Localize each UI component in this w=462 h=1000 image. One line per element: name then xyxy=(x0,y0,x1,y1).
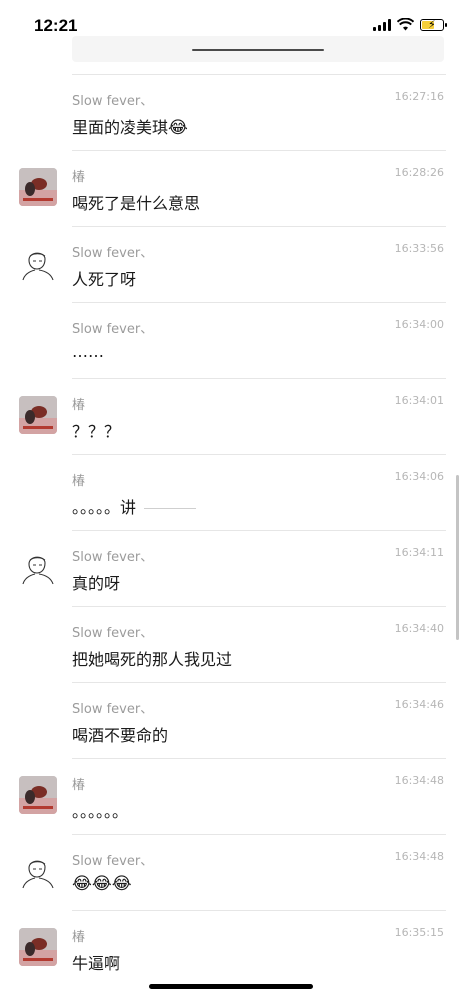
divider xyxy=(72,454,446,455)
message-content[interactable]: 里面的凌美琪😂 xyxy=(72,114,188,138)
message-time: 16:34:48 xyxy=(394,774,444,787)
message-time: 16:34:06 xyxy=(394,470,444,483)
sender-name[interactable]: Slow fever、 xyxy=(72,90,153,109)
message-time: 16:27:16 xyxy=(394,90,444,103)
laughing-emoji-icon: 😂 xyxy=(168,118,188,138)
chat-message[interactable]: 椿 16:28:26 喝死了是什么意思 xyxy=(0,150,462,226)
sender-name[interactable]: 椿 xyxy=(72,470,85,489)
message-time: 16:34:40 xyxy=(394,622,444,635)
divider xyxy=(72,378,446,379)
divider xyxy=(72,150,446,151)
message-text: 里面的凌美琪 xyxy=(72,118,169,137)
message-time: 16:35:15 xyxy=(394,926,444,939)
message-text: …… xyxy=(72,342,104,361)
chat-message[interactable]: Slow fever、 16:34:40 把她喝死的那人我见过 xyxy=(0,606,462,682)
divider xyxy=(72,758,446,759)
signal-icon xyxy=(373,18,391,31)
previous-message-card xyxy=(72,36,444,62)
sender-name[interactable]: Slow fever、 xyxy=(72,850,153,869)
message-text: 喝死了是什么意思 xyxy=(72,194,201,213)
sender-name[interactable]: 椿 xyxy=(72,394,85,413)
avatar[interactable] xyxy=(19,776,57,814)
message-text: 。。。。。讲 xyxy=(72,498,137,517)
message-content[interactable]: ？？？ xyxy=(72,418,120,442)
sender-name[interactable]: Slow fever、 xyxy=(72,242,153,261)
home-indicator[interactable] xyxy=(149,984,313,989)
sender-name[interactable]: 椿 xyxy=(72,774,85,793)
divider xyxy=(72,302,446,303)
divider xyxy=(72,74,446,75)
divider xyxy=(72,606,446,607)
avatar[interactable] xyxy=(19,852,57,890)
chat-message[interactable]: 椿 16:34:01 ？？？ xyxy=(0,378,462,454)
card-handle xyxy=(192,49,324,51)
laughing-emoji-icon: 😂😂😂 xyxy=(72,874,132,894)
message-content[interactable]: 。。。。。讲 xyxy=(72,494,197,518)
scrollbar[interactable] xyxy=(456,475,459,640)
message-text: 。。。。。。 xyxy=(72,802,129,821)
avatar[interactable] xyxy=(19,244,57,282)
divider xyxy=(72,910,446,911)
message-time: 16:34:48 xyxy=(394,850,444,863)
message-time: 16:34:46 xyxy=(394,698,444,711)
message-content[interactable]: …… xyxy=(72,342,104,361)
message-content[interactable]: 😂😂😂 xyxy=(72,874,132,894)
message-content[interactable]: 喝酒不要命的 xyxy=(72,722,168,746)
message-time: 16:34:01 xyxy=(394,394,444,407)
status-time: 12:21 xyxy=(34,16,78,35)
message-time: 16:33:56 xyxy=(394,242,444,255)
avatar[interactable] xyxy=(19,168,57,206)
chat-message[interactable]: 椿 16:35:15 牛逼啊 xyxy=(0,910,462,986)
chat-message[interactable]: Slow fever、 16:34:46 喝酒不要命的 xyxy=(0,682,462,758)
message-content[interactable]: 人死了呀 xyxy=(72,266,136,290)
sender-name[interactable]: 椿 xyxy=(72,166,85,185)
sender-name[interactable]: Slow fever、 xyxy=(72,546,153,565)
message-content[interactable]: 牛逼啊 xyxy=(72,950,120,974)
chat-message[interactable]: Slow fever、 16:34:11 真的呀 xyxy=(0,530,462,606)
message-text: 人死了呀 xyxy=(72,270,137,289)
text-underline xyxy=(144,508,197,509)
avatar[interactable] xyxy=(19,396,57,434)
divider xyxy=(72,226,446,227)
message-time: 16:28:26 xyxy=(394,166,444,179)
message-time: 16:34:00 xyxy=(394,318,444,331)
divider xyxy=(72,530,446,531)
chat-message[interactable]: Slow fever、 16:27:16 里面的凌美琪😂 xyxy=(0,74,462,150)
sender-name[interactable]: Slow fever、 xyxy=(72,622,153,641)
divider xyxy=(72,682,446,683)
message-text: 牛逼啊 xyxy=(72,954,121,973)
sender-name[interactable]: Slow fever、 xyxy=(72,318,153,337)
sender-name[interactable]: 椿 xyxy=(72,926,85,945)
chat-message[interactable]: Slow fever、 16:34:00 …… xyxy=(0,302,462,378)
chat-message[interactable]: Slow fever、 16:34:48 😂😂😂 xyxy=(0,834,462,910)
wifi-icon xyxy=(397,18,414,31)
battery-charging-icon: ⚡ xyxy=(420,18,447,31)
message-text: 把她喝死的那人我见过 xyxy=(72,650,233,669)
sender-name[interactable]: Slow fever、 xyxy=(72,698,153,717)
message-text: 真的呀 xyxy=(72,574,121,593)
message-text: 喝酒不要命的 xyxy=(72,726,169,745)
message-content[interactable]: 。。。。。。 xyxy=(72,798,128,822)
chat-message[interactable]: 椿 16:34:06 。。。。。讲 xyxy=(0,454,462,530)
divider xyxy=(72,834,446,835)
message-content[interactable]: 喝死了是什么意思 xyxy=(72,190,200,214)
message-content[interactable]: 把她喝死的那人我见过 xyxy=(72,646,232,670)
message-time: 16:34:11 xyxy=(394,546,444,559)
message-content[interactable]: 真的呀 xyxy=(72,570,120,594)
message-text: ？？？ xyxy=(72,422,121,441)
chat-message[interactable]: 椿 16:34:48 。。。。。。 xyxy=(0,758,462,834)
avatar[interactable] xyxy=(19,548,57,586)
chat-message[interactable]: Slow fever、 16:33:56 人死了呀 xyxy=(0,226,462,302)
status-icons: ⚡ xyxy=(373,18,447,31)
avatar[interactable] xyxy=(19,928,57,966)
